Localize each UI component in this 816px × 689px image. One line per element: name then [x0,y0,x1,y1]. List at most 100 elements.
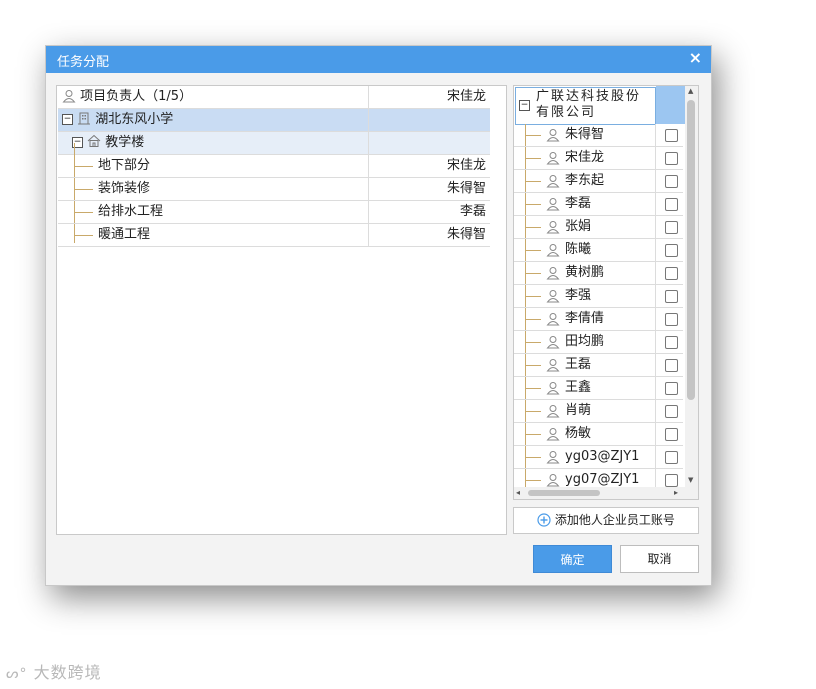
table-row[interactable]: 装饰装修 朱得智 [58,178,490,201]
user-icon [546,244,560,257]
table-row[interactable]: 项目负责人（1/5） 宋佳龙 [58,86,490,109]
member-checkbox[interactable] [665,244,678,257]
horizontal-scrollbar[interactable]: ◂ ▸ [514,487,698,499]
table-row[interactable]: − 湖北东风小学 [58,109,490,132]
user-icon [546,359,560,372]
member-checkbox[interactable] [665,290,678,303]
member-row[interactable]: 李东起 [514,170,683,193]
collapse-icon[interactable]: − [519,100,530,111]
project-owner-label: 项目负责人（1/5） [80,89,193,104]
user-icon [546,428,560,441]
member-checkbox[interactable] [665,198,678,211]
scroll-up-icon[interactable]: ▲ [688,87,693,95]
member-row[interactable]: 李磊 [514,193,683,216]
owner-cell: 宋佳龙 [368,155,488,177]
scroll-left-icon[interactable]: ◂ [516,488,520,497]
user-icon [546,290,560,303]
member-checkbox[interactable] [665,359,678,372]
member-name: 田均鹏 [565,334,605,349]
hscrollbar-thumb[interactable] [528,490,600,496]
watermark: ᔕ° 大数跨境 [6,659,102,683]
member-row[interactable]: 杨敏 [514,423,683,446]
member-row[interactable]: 王鑫 [514,377,683,400]
member-row[interactable]: 王磊 [514,354,683,377]
task-assign-dialog: 任务分配 × 项目负责人（1/5） 宋佳龙 − 湖北东风小学 − 教学楼 地下部… [45,45,712,586]
task-table: 项目负责人（1/5） 宋佳龙 − 湖北东风小学 − 教学楼 地下部分 宋佳龙 装… [56,85,507,535]
owner-cell [368,132,488,154]
member-name: 宋佳龙 [565,150,605,165]
member-checkbox[interactable] [665,221,678,234]
member-name: 李倩倩 [565,311,605,326]
vertical-scrollbar[interactable]: ▲ ▼ [685,86,698,487]
owner-cell: 朱得智 [368,224,488,246]
user-icon [546,336,560,349]
member-checkbox[interactable] [665,405,678,418]
member-name: 李强 [565,288,592,303]
member-row[interactable]: yg03@ZJY1 [514,446,683,469]
member-name: 李东起 [565,173,605,188]
member-name: 朱得智 [565,127,605,142]
member-checkbox[interactable] [665,451,678,464]
member-row[interactable]: 李倩倩 [514,308,683,331]
user-icon [546,382,560,395]
company-name: 广联达科技股份有限公司 [536,89,642,120]
table-row[interactable]: 给排水工程 李磊 [58,201,490,224]
user-icon [546,313,560,326]
member-checkbox[interactable] [665,428,678,441]
row-name: 给排水工程 [98,204,164,219]
member-checkbox[interactable] [665,175,678,188]
member-checkbox[interactable] [665,129,678,142]
row-name: 湖北东风小学 [95,112,174,127]
plus-circle-icon [537,513,551,527]
member-checkbox[interactable] [665,313,678,326]
member-row[interactable]: 肖萌 [514,400,683,423]
owner-cell: 朱得智 [368,178,488,200]
building-icon [78,112,91,125]
member-checkbox[interactable] [665,152,678,165]
member-name: 黄树鹏 [565,265,605,280]
member-name: 杨敏 [565,426,592,441]
dialog-titlebar: 任务分配 × [46,46,711,73]
table-row[interactable]: 地下部分 宋佳龙 [58,155,490,178]
member-name: 王鑫 [565,380,592,395]
member-row[interactable]: 宋佳龙 [514,147,683,170]
tree-root[interactable]: − 广联达科技股份有限公司 [515,87,656,125]
house-icon [87,134,101,147]
member-row[interactable]: 黄树鹏 [514,262,683,285]
row-name: 地下部分 [98,158,151,173]
close-icon[interactable]: × [689,48,702,67]
owner-cell: 宋佳龙 [368,86,488,108]
cancel-button[interactable]: 取消 [620,545,699,573]
add-account-label: 添加他人企业员工账号 [554,513,675,527]
user-icon [546,129,560,142]
user-icon [546,405,560,418]
member-checkbox[interactable] [665,336,678,349]
member-checkbox[interactable] [665,267,678,280]
scrollbar-thumb[interactable] [687,100,695,400]
add-external-account-button[interactable]: 添加他人企业员工账号 [513,507,699,534]
member-tree: − 广联达科技股份有限公司 朱得智宋佳龙李东起李磊张娟陈曦黄树鹏李强李倩倩田均鹏… [513,85,699,500]
member-checkbox[interactable] [665,474,678,487]
member-row[interactable]: 李强 [514,285,683,308]
user-icon [62,90,76,103]
member-name: 王磊 [565,357,592,372]
member-name: 李磊 [565,196,592,211]
member-name: yg03@ZJY1 [565,449,640,464]
member-row[interactable]: 田均鹏 [514,331,683,354]
collapse-icon[interactable]: − [62,114,73,125]
row-name: 暖通工程 [98,227,151,242]
member-row[interactable]: 张娟 [514,216,683,239]
scroll-right-icon[interactable]: ▸ [674,488,678,497]
user-icon [546,152,560,165]
table-row[interactable]: 暖通工程 朱得智 [58,224,490,247]
scroll-down-icon[interactable]: ▼ [688,476,693,484]
member-checkbox[interactable] [665,382,678,395]
member-name: 张娟 [565,219,592,234]
watermark-text: 大数跨境 [33,663,102,682]
table-row[interactable]: − 教学楼 [58,132,490,155]
user-icon [546,175,560,188]
confirm-button[interactable]: 确定 [533,545,612,573]
member-name: 肖萌 [565,403,592,418]
member-row[interactable]: 朱得智 [514,124,683,147]
member-row[interactable]: 陈曦 [514,239,683,262]
